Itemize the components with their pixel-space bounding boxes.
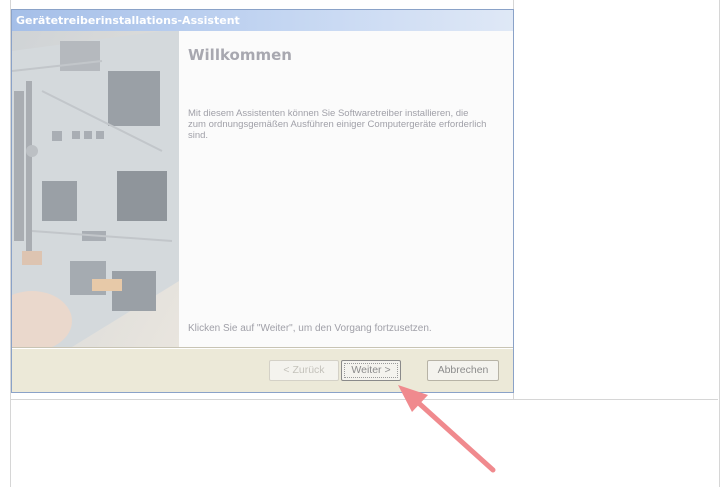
pointer-arrow-icon: [398, 385, 496, 473]
